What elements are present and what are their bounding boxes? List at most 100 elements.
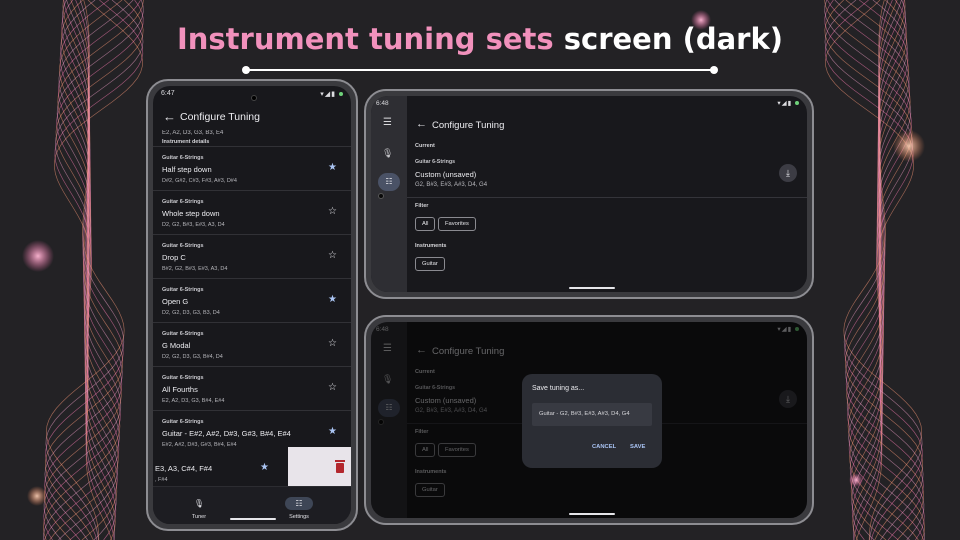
star-icon[interactable]: ★ bbox=[328, 426, 337, 437]
list-peek-header: Instrument details bbox=[162, 139, 210, 145]
current-tuning-notes: G2, B#3, E#3, A#3, D4, G4 bbox=[415, 182, 488, 188]
tuning-category: Guitar 6-Strings bbox=[162, 199, 204, 205]
phone-landscape-bottom-screen: 6:48 ☰ 🎙 ☷ ▾◢▮ ← Configure Tuning Curren… bbox=[371, 322, 807, 518]
wave-line bbox=[49, 0, 123, 540]
star-outline-icon[interactable]: ☆ bbox=[328, 250, 337, 261]
save-button[interactable]: SAVE bbox=[630, 444, 645, 450]
instrument-chip-guitar[interactable]: Guitar bbox=[415, 257, 445, 271]
tuning-name: Half step down bbox=[162, 165, 212, 174]
wave-line bbox=[824, 0, 913, 540]
wave-line bbox=[847, 0, 925, 540]
back-arrow-icon[interactable]: ← bbox=[163, 109, 176, 124]
tuning-name: Whole step down bbox=[162, 209, 220, 218]
star-outline-icon[interactable]: ☆ bbox=[328, 338, 337, 349]
tune-icon: ☷ bbox=[285, 497, 313, 510]
dialog-title: Save tuning as... bbox=[532, 385, 585, 392]
wave-line bbox=[824, 0, 912, 540]
tuning-notes: D#2, G#2, C#3, F#3, A#3, D#4 bbox=[162, 178, 237, 184]
section-filter: Filter bbox=[415, 203, 429, 209]
wave-line bbox=[54, 0, 144, 540]
nav-label-settings: Settings bbox=[289, 514, 309, 520]
current-category: Guitar 6-Strings bbox=[415, 159, 456, 165]
filter-chip-all[interactable]: All bbox=[415, 217, 436, 231]
wave-line bbox=[43, 0, 121, 540]
trash-icon[interactable] bbox=[335, 460, 345, 473]
glow-right bbox=[893, 130, 925, 162]
status-dot bbox=[795, 101, 799, 106]
camera-hole bbox=[251, 95, 257, 101]
tuning-row[interactable]: Guitar 6-Strings Whole step down D2, G2, B… bbox=[153, 190, 351, 234]
section-instruments: Instruments bbox=[415, 243, 447, 249]
list-peek-notes: E2, A2, D3, G3, B3, E4 bbox=[162, 130, 224, 136]
nav-label-tuner: Tuner bbox=[191, 514, 207, 520]
phone-portrait: 6:47 ▾◢▮ ← Configure Tuning E2, A2, D3, … bbox=[146, 79, 358, 531]
status-icons: ▾◢▮ bbox=[777, 99, 799, 107]
wave-line bbox=[43, 0, 122, 540]
wave-line bbox=[824, 0, 914, 540]
tuning-name: Drop C bbox=[162, 253, 186, 262]
star-outline-icon[interactable]: ☆ bbox=[328, 206, 337, 217]
tuning-notes: D2, G2, D3, G3, B#4, D4 bbox=[162, 354, 223, 360]
tune-icon[interactable]: ☷ bbox=[378, 173, 400, 191]
star-icon[interactable]: ★ bbox=[260, 462, 269, 473]
save-tuning-dialog: Save tuning as... Guitar - G2, B#3, E#3,… bbox=[522, 374, 662, 468]
tuning-row[interactable]: Guitar 6-Strings All Fourths E2, A2, D3, G… bbox=[153, 366, 351, 410]
delete-action[interactable] bbox=[288, 447, 351, 491]
wave-line bbox=[827, 0, 911, 540]
status-icons-glyphs: ▾◢▮ bbox=[320, 91, 337, 98]
status-icons-glyphs: ▾◢▮ bbox=[777, 100, 793, 107]
divider bbox=[407, 197, 807, 198]
star-icon[interactable]: ★ bbox=[328, 294, 337, 305]
tuning-category: Guitar 6-Strings bbox=[162, 331, 204, 337]
swiped-tuning-row[interactable]: E3, A3, C#4, F#4 , F#4 ★ bbox=[153, 447, 351, 491]
swiped-row-content[interactable]: E3, A3, C#4, F#4 , F#4 ★ bbox=[153, 447, 288, 491]
app-bar-title: Configure Tuning bbox=[180, 111, 260, 123]
mic-icon: 🎙 bbox=[193, 499, 205, 508]
swiped-row-name: E3, A3, C#4, F#4 bbox=[155, 464, 213, 473]
phone-landscape-bottom: 6:48 ☰ 🎙 ☷ ▾◢▮ ← Configure Tuning Curren… bbox=[364, 315, 814, 525]
app-bar-title: Configure Tuning bbox=[432, 120, 505, 131]
page-title-accent: Instrument tuning sets bbox=[176, 22, 554, 56]
wave-line bbox=[845, 0, 919, 540]
menu-icon[interactable]: ☰ bbox=[383, 117, 392, 128]
star-icon[interactable]: ★ bbox=[328, 162, 337, 173]
nav-item-tuner[interactable]: 🎙 Tuner bbox=[169, 493, 229, 520]
tuning-category: Guitar 6-Strings bbox=[162, 419, 204, 425]
tuning-list[interactable]: E2, A2, D3, G3, B3, E4 Instrument detail… bbox=[153, 130, 351, 490]
download-icon[interactable]: ⤓ bbox=[779, 164, 797, 182]
tuning-row[interactable]: Guitar 6-Strings Drop C B#2, G2, B#3, E#3,… bbox=[153, 234, 351, 278]
status-time: 6:48 bbox=[376, 100, 389, 107]
tuning-row[interactable]: Guitar 6-Strings Open G D2, G2, D3, G3, B3… bbox=[153, 278, 351, 322]
nav-item-settings[interactable]: ☷ Settings bbox=[269, 493, 329, 520]
title-underline bbox=[246, 69, 714, 71]
tuning-category: Guitar 6-Strings bbox=[162, 155, 204, 161]
glow-left bbox=[22, 240, 54, 272]
tuning-row[interactable]: Guitar 6-Strings Half step down D#2, G#2, … bbox=[153, 146, 351, 190]
wave-line bbox=[44, 0, 122, 540]
glow-left-bottom bbox=[27, 486, 47, 506]
star-outline-icon[interactable]: ☆ bbox=[328, 382, 337, 393]
tuning-category: Guitar 6-Strings bbox=[162, 375, 204, 381]
cancel-button[interactable]: CANCEL bbox=[592, 444, 616, 450]
filter-chip-favorites[interactable]: Favorites bbox=[438, 217, 476, 231]
bottom-navigation: 🎙 Tuner ☷ Settings bbox=[153, 486, 351, 524]
phone-landscape-top: 6:48 ☰ 🎙 ☷ ▾◢▮ ← Configure Tuning Curren… bbox=[364, 89, 814, 299]
glow-right-bottom bbox=[849, 473, 863, 487]
mic-icon[interactable]: 🎙 bbox=[382, 148, 393, 159]
wave-line bbox=[846, 0, 924, 540]
status-time: 6:47 bbox=[161, 90, 175, 97]
tuning-name: G Modal bbox=[162, 341, 191, 350]
status-dot bbox=[339, 92, 343, 97]
tuning-row[interactable]: Guitar 6-Strings G Modal D2, G2, D3, G3, B… bbox=[153, 322, 351, 366]
tuning-name-field[interactable]: Guitar - G2, B#3, E#3, A#3, D4, G4 bbox=[532, 403, 652, 426]
navigation-rail: 6:48 ☰ 🎙 ☷ bbox=[371, 96, 407, 292]
wave-line bbox=[56, 0, 144, 540]
title-underline-dot-right bbox=[710, 66, 718, 74]
tuning-notes: D2, G2, D3, G3, B3, D4 bbox=[162, 310, 220, 316]
home-indicator bbox=[230, 518, 276, 520]
wave-line bbox=[846, 0, 925, 540]
back-arrow-icon[interactable]: ← bbox=[416, 118, 427, 130]
status-icons: ▾◢▮ bbox=[320, 90, 343, 98]
tuning-name: Open G bbox=[162, 297, 189, 306]
wave-line bbox=[824, 0, 913, 540]
